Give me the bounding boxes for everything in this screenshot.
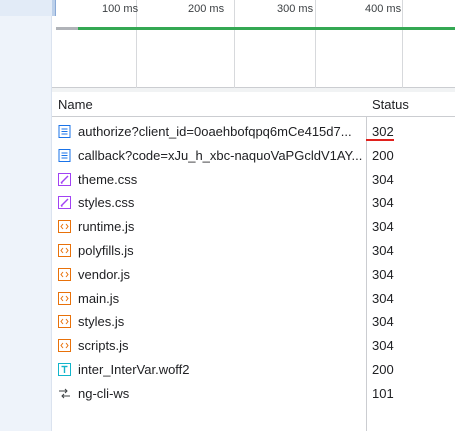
table-row[interactable]: styles.css 304: [52, 191, 455, 215]
overview-tick-label: 100 ms: [102, 3, 139, 15]
document-icon: [58, 125, 71, 138]
table-row[interactable]: ng-cli-ws 101: [52, 382, 455, 406]
request-name[interactable]: authorize?client_id=0oaehbofqpq6mCe415d7…: [78, 124, 364, 139]
script-icon: [58, 267, 71, 281]
request-status: 304: [372, 266, 394, 282]
request-name[interactable]: callback?code=xJu_h_xbc-naquoVaPGcldV1AY…: [78, 148, 364, 163]
script-icon: [58, 339, 71, 353]
table-row[interactable]: vendor.js 304: [52, 263, 455, 287]
request-name[interactable]: scripts.js: [78, 338, 364, 353]
table-body: authorize?client_id=0oaehbofqpq6mCe415d7…: [52, 120, 455, 406]
table-row[interactable]: styles.js 304: [52, 310, 455, 334]
table-header: Name Status: [52, 92, 455, 117]
overview-gridline: [234, 0, 235, 88]
overview-tick-label: 300 ms: [277, 3, 314, 15]
table-row[interactable]: runtime.js 304: [52, 215, 455, 239]
request-name[interactable]: polyfills.js: [78, 243, 364, 258]
websocket-icon: [58, 387, 71, 400]
table-row[interactable]: authorize?client_id=0oaehbofqpq6mCe415d7…: [52, 120, 455, 144]
overview-waiting-bar: [56, 27, 78, 30]
request-name[interactable]: ng-cli-ws: [78, 386, 364, 401]
request-status: 304: [372, 219, 394, 235]
request-status: 302: [372, 124, 394, 139]
stylesheet-icon: [58, 196, 71, 210]
overview-gridline: [315, 0, 316, 88]
request-status: 304: [372, 290, 394, 306]
network-overview-timeline[interactable]: 100 ms 200 ms 300 ms 400 ms: [52, 0, 455, 88]
table-row[interactable]: callback?code=xJu_h_xbc-naquoVaPGcldV1AY…: [52, 144, 455, 168]
request-name[interactable]: vendor.js: [78, 267, 364, 282]
request-status: 304: [372, 338, 394, 354]
request-name[interactable]: theme.css: [78, 172, 364, 187]
request-status: 200: [372, 147, 394, 163]
table-row[interactable]: main.js 304: [52, 287, 455, 311]
status-highlight-underline: [366, 139, 394, 141]
font-icon: [58, 362, 71, 376]
request-status: 101: [372, 385, 394, 401]
script-icon: [58, 291, 71, 305]
column-header-name[interactable]: Name: [58, 97, 93, 112]
left-panel-cap: [0, 0, 52, 16]
request-name[interactable]: main.js: [78, 291, 364, 306]
column-header-status[interactable]: Status: [372, 97, 409, 112]
overview-timing-bar: [78, 27, 455, 30]
request-name[interactable]: styles.js: [78, 314, 364, 329]
table-row[interactable]: polyfills.js 304: [52, 239, 455, 263]
stylesheet-icon: [58, 172, 71, 186]
overview-tick-label: 200 ms: [188, 3, 225, 15]
request-name[interactable]: inter_InterVar.woff2: [78, 362, 364, 377]
script-icon: [58, 220, 71, 234]
overview-tick-label: 400 ms: [365, 3, 402, 15]
left-panel-strip: [0, 0, 52, 431]
overview-drag-handle[interactable]: [52, 0, 56, 16]
request-status: 200: [372, 361, 394, 377]
request-name[interactable]: styles.css: [78, 195, 364, 210]
script-icon: [58, 243, 71, 257]
table-row[interactable]: inter_InterVar.woff2 200: [52, 358, 455, 382]
table-row[interactable]: theme.css 304: [52, 168, 455, 192]
request-status: 304: [372, 195, 394, 211]
request-status: 304: [372, 171, 394, 187]
request-name[interactable]: runtime.js: [78, 219, 364, 234]
table-row[interactable]: scripts.js 304: [52, 334, 455, 358]
document-icon: [58, 148, 71, 162]
script-icon: [58, 315, 71, 329]
overview-gridline: [402, 0, 403, 88]
request-status: 304: [372, 314, 394, 330]
request-status: 304: [372, 242, 394, 258]
network-request-table: Name Status authorize?client_id=0oaehbof…: [52, 92, 455, 431]
